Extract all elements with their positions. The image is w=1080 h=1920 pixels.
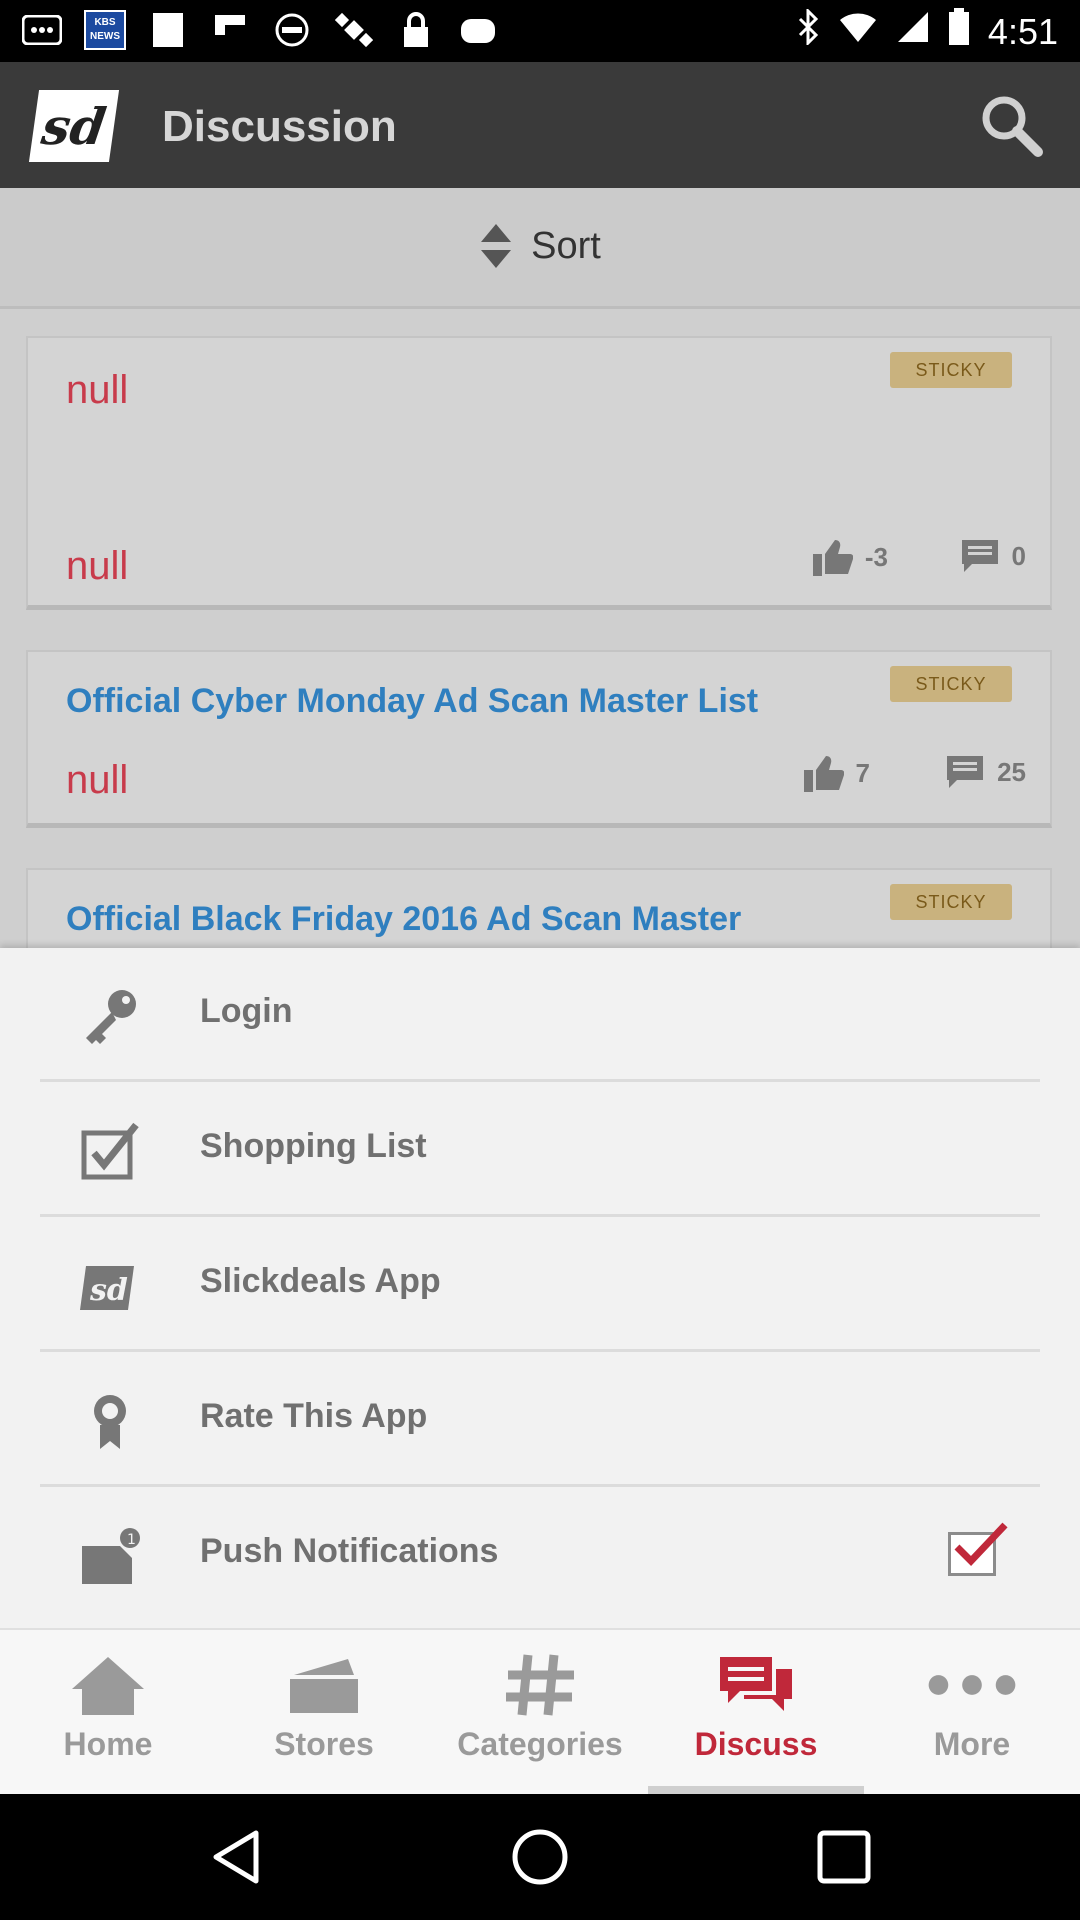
wifi-icon (838, 11, 878, 53)
menu-label: Shopping List (200, 1127, 427, 1165)
nav-more[interactable]: More (864, 1630, 1080, 1796)
chat-icon (720, 1657, 792, 1711)
stores-icon (290, 1659, 358, 1713)
hash-icon (506, 1654, 574, 1716)
slickdeals-icon: sd (80, 1266, 134, 1310)
menu-label: Slickdeals App (200, 1262, 441, 1300)
award-icon (94, 1395, 126, 1449)
nav-label: Categories (457, 1726, 623, 1762)
notification-badge-icon: 1 (82, 1528, 140, 1584)
signal-icon (896, 10, 930, 53)
slickdeals-logo[interactable]: sd (28, 90, 120, 162)
like-count[interactable]: 7 (803, 754, 870, 792)
comment-value: 0 (1011, 540, 1026, 571)
status-bar: KBS NEWS 4:51 (0, 0, 1080, 62)
blocked-icon (272, 10, 312, 50)
nav-discuss[interactable]: Discuss (648, 1630, 864, 1796)
search-button[interactable] (976, 90, 1046, 160)
thread-title[interactable]: Official Black Friday 2016 Ad Scan Maste… (66, 900, 741, 939)
kbs-news-icon: KBS NEWS (84, 10, 126, 50)
checkmark-icon (954, 1522, 1008, 1567)
nav-stores[interactable]: Stores (216, 1630, 432, 1796)
bluetooth-icon (796, 7, 820, 54)
menu-label: Push Notifications (200, 1532, 499, 1570)
like-value: 7 (855, 757, 870, 788)
like-count[interactable]: -3 (812, 538, 888, 576)
push-notifications-checkbox[interactable] (948, 1522, 1008, 1576)
back-icon[interactable] (206, 1827, 266, 1887)
nav-home[interactable]: Home (0, 1630, 216, 1796)
sort-bar[interactable]: Sort (0, 188, 1080, 309)
satellite-icon (334, 10, 374, 50)
thumbs-up-icon (812, 540, 853, 576)
thread-card[interactable]: STICKY null null -3 0 (26, 336, 1052, 610)
nav-label: More (933, 1726, 1011, 1762)
bottom-navigation: Home Stores Categories Discuss More (0, 1628, 1080, 1796)
menu-item-push-notifications[interactable]: 1 Push Notifications (40, 1488, 1040, 1622)
thread-author: null (66, 544, 129, 588)
menu-item-rate-app[interactable]: Rate This App (40, 1353, 1040, 1487)
menu-item-login[interactable]: Login (40, 948, 1040, 1082)
menu-item-shopping-list[interactable]: Shopping List (40, 1083, 1040, 1217)
nav-label: Stores (274, 1726, 374, 1762)
like-value: -3 (864, 541, 888, 572)
thumbs-up-icon (803, 756, 844, 792)
comment-value: 25 (997, 756, 1026, 787)
sticky-badge: STICKY (890, 884, 1012, 920)
more-icon (928, 1675, 1016, 1695)
battery-icon (948, 8, 970, 55)
lock-icon (396, 10, 436, 50)
flipboard-icon (210, 10, 250, 50)
menu-label: Rate This App (200, 1397, 428, 1435)
home-button-icon[interactable] (510, 1827, 570, 1887)
status-right: 4:51 (796, 7, 1058, 55)
checkbox-icon (81, 1122, 139, 1180)
svg-text:sd: sd (89, 1273, 128, 1308)
comment-count[interactable]: 25 (945, 754, 1026, 790)
sort-label: Sort (531, 224, 601, 267)
svg-text:1: 1 (127, 1532, 136, 1548)
thread-title[interactable]: Official Cyber Monday Ad Scan Master Lis… (66, 682, 758, 721)
more-menu: Login Shopping List sd Slickdeals App Ra… (0, 948, 1080, 1628)
clock: 4:51 (987, 10, 1058, 52)
sticky-badge: STICKY (890, 352, 1012, 388)
nav-categories[interactable]: Categories (432, 1630, 648, 1796)
menu-label: Login (200, 992, 293, 1030)
key-icon (86, 990, 136, 1044)
thread-card[interactable]: STICKY Official Cyber Monday Ad Scan Mas… (26, 650, 1052, 828)
search-icon (982, 96, 1043, 157)
sticky-badge: STICKY (890, 666, 1012, 702)
thread-title[interactable]: null (66, 368, 128, 413)
recents-icon[interactable] (814, 1827, 874, 1887)
game-icon (458, 10, 498, 50)
status-left-icons: KBS NEWS (22, 10, 498, 50)
system-navigation-bar (0, 1794, 1080, 1920)
menu-item-slickdeals-app[interactable]: sd Slickdeals App (40, 1218, 1040, 1352)
notification-icon (22, 10, 62, 50)
home-icon (72, 1657, 144, 1715)
logo-text: sd (38, 96, 110, 156)
blank-icon (148, 10, 188, 50)
comment-icon (947, 756, 984, 788)
app-bar: sd Discussion (0, 62, 1080, 188)
thread-author: null (66, 758, 129, 802)
sort-icon (481, 224, 512, 268)
comment-icon (961, 540, 998, 572)
nav-label: Home (63, 1726, 153, 1762)
nav-label: Discuss (694, 1726, 818, 1762)
page-title: Discussion (162, 102, 397, 151)
comment-count[interactable]: 0 (960, 538, 1026, 574)
